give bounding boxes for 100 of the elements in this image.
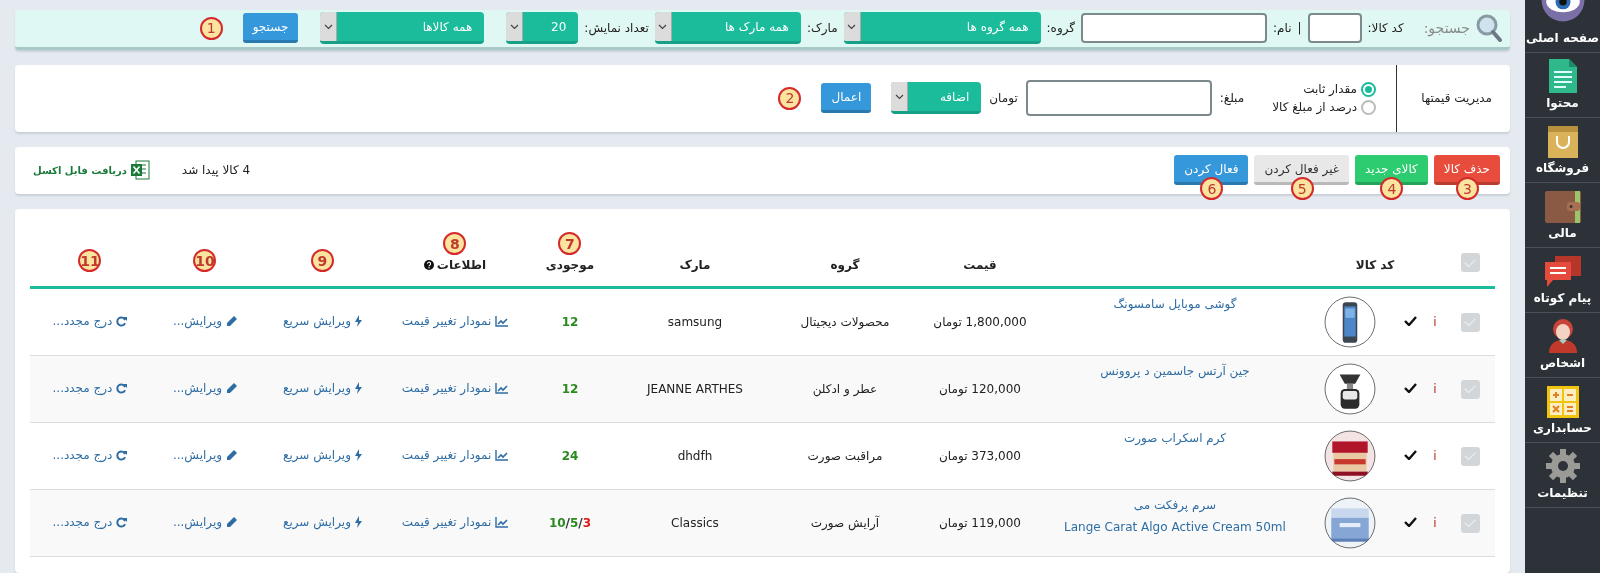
- number-marker: 1: [199, 16, 223, 40]
- price-text: 120,000 تومان: [939, 382, 1021, 396]
- unit-label: تومان: [989, 91, 1018, 106]
- info-mark[interactable]: i: [1433, 382, 1437, 396]
- radio-option[interactable]: درصد از مبلغ کالا: [1272, 99, 1376, 115]
- column-header: اطلاعات: [423, 258, 487, 272]
- bag-icon: [1547, 126, 1578, 158]
- reinsert-link[interactable]: درج مجدد...: [52, 381, 128, 396]
- input-field[interactable]: [1307, 13, 1362, 44]
- excel-link[interactable]: دریافت فایل اکسل: [25, 160, 150, 181]
- product-name[interactable]: کرم اسکراب صورت: [1123, 431, 1227, 445]
- stock-value: 12: [561, 315, 579, 329]
- stock-value: 10: [548, 516, 566, 530]
- brand-text: samsung: [667, 315, 723, 329]
- chart-link[interactable]: نمودار تغییر قیمت: [401, 314, 509, 329]
- pencil-icon: [226, 315, 238, 327]
- number-marker: 6: [1200, 177, 1224, 201]
- number-marker: 11: [78, 249, 102, 272]
- result-count: 4 کالا پیدا شد: [180, 163, 251, 178]
- brand-text: Classics: [671, 516, 719, 530]
- product-name[interactable]: سرم پرفکت می: [1133, 498, 1217, 512]
- reinsert-link[interactable]: درج مجدد...: [52, 448, 128, 463]
- edit-link[interactable]: ویرایش...: [172, 515, 238, 530]
- product-name[interactable]: گوشی موبایل سامسونگ: [1113, 297, 1237, 311]
- column-header: موجودی: [545, 258, 595, 272]
- field-label: مبلغ:: [1219, 91, 1245, 106]
- number-marker: 9: [311, 249, 334, 272]
- checkbox[interactable]: [1460, 513, 1480, 533]
- checkbox[interactable]: [1460, 446, 1480, 466]
- reinsert-link[interactable]: درج مجدد...: [52, 515, 128, 530]
- quick-edit-link[interactable]: ویرایش سریع: [283, 448, 362, 462]
- quick-edit-link[interactable]: ویرایش سریع: [283, 314, 362, 328]
- chart-link[interactable]: نمودار تغییر قیمت: [401, 381, 509, 396]
- search-button[interactable]: جستجو: [242, 13, 299, 44]
- price-text: 1,800,000 تومان: [933, 315, 1027, 329]
- stock-value: 24: [561, 449, 579, 463]
- line-chart-icon: [495, 315, 509, 327]
- checkbox[interactable]: [1460, 312, 1480, 332]
- stock-value: 3: [582, 516, 592, 530]
- checkbox[interactable]: [1460, 253, 1480, 272]
- chevron-down-icon: [509, 23, 519, 30]
- apply-button[interactable]: اعمال: [821, 83, 872, 114]
- number-marker: 4: [1380, 177, 1404, 201]
- refresh-icon: [116, 449, 128, 461]
- chart-link[interactable]: نمودار تغییر قیمت: [401, 448, 509, 463]
- quick-edit-link[interactable]: ویرایش سریع: [283, 515, 362, 529]
- checkbox[interactable]: [1460, 379, 1480, 399]
- document-icon: [1548, 59, 1577, 93]
- sidebar-item[interactable]: محتوا: [1525, 53, 1600, 118]
- bolt-icon: [354, 382, 362, 394]
- column-header: مارک: [679, 258, 711, 272]
- pencil-icon: [226, 449, 238, 461]
- pencil-icon: [226, 516, 238, 528]
- radio-option[interactable]: مقدار ثابت: [1272, 81, 1376, 97]
- sidebar-item[interactable]: فروشگاه: [1525, 118, 1600, 183]
- quick-edit-link[interactable]: ویرایش سریع: [283, 381, 362, 395]
- group-text: مراقبت صورت: [807, 449, 883, 463]
- brand-text: JEANNE ARTHES: [647, 382, 743, 396]
- edit-link[interactable]: ویرایش...: [172, 448, 238, 463]
- bolt-icon: [354, 449, 362, 461]
- group-text: آرایش صورت: [810, 516, 880, 530]
- edit-link[interactable]: ویرایش...: [172, 314, 238, 329]
- search-icon: [1476, 14, 1502, 43]
- number-marker: 8: [443, 232, 467, 255]
- gear-icon: [1545, 449, 1580, 483]
- group-text: عطر و ادکلن: [812, 382, 878, 396]
- separator: |: [1297, 21, 1302, 36]
- refresh-icon: [116, 315, 128, 327]
- pencil-icon: [226, 382, 238, 394]
- group-text: محصولات دیجیتال: [800, 315, 890, 329]
- sidebar-item[interactable]: صفحه اصلی: [1525, 0, 1600, 53]
- section-title: مدیریت قیمتها: [1396, 64, 1510, 132]
- refresh-icon: [116, 382, 128, 394]
- info-mark[interactable]: i: [1433, 449, 1437, 463]
- spreadsheet-icon: [129, 160, 150, 181]
- stock-value: /: [578, 516, 583, 530]
- number-marker: 3: [1455, 177, 1479, 201]
- field-label: کد کالا:: [1367, 21, 1404, 36]
- wallet-icon: [1544, 191, 1581, 223]
- number-marker: 10: [193, 249, 217, 272]
- sidebar-item[interactable]: حسابداری: [1525, 378, 1600, 443]
- input-field[interactable]: [1025, 80, 1212, 117]
- sidebar-item[interactable]: اشخاص: [1525, 313, 1600, 378]
- sidebar-item[interactable]: تنظیمات: [1525, 443, 1600, 508]
- reinsert-link[interactable]: درج مجدد...: [52, 314, 128, 329]
- number-marker: 5: [1290, 177, 1314, 201]
- edit-link[interactable]: ویرایش...: [172, 381, 238, 396]
- price-text: 119,000 تومان: [939, 516, 1021, 530]
- info-mark[interactable]: i: [1433, 315, 1437, 329]
- sidebar-item[interactable]: پیام کوتاه: [1525, 248, 1600, 313]
- column-header: کد کالا: [1355, 258, 1395, 272]
- product-name[interactable]: جین آرتس جاسمین د پروونس: [1100, 364, 1250, 378]
- sidebar-item[interactable]: مالی: [1525, 183, 1600, 248]
- input-field[interactable]: [1081, 13, 1268, 44]
- column-header: گروه: [830, 258, 860, 272]
- stock-value: 12: [561, 382, 579, 396]
- field-label: گروه:: [1046, 21, 1076, 36]
- product-subtitle[interactable]: Lange Carat Algo Active Cream 50ml: [1064, 520, 1286, 534]
- chart-link[interactable]: نمودار تغییر قیمت: [401, 515, 509, 530]
- info-mark[interactable]: i: [1433, 516, 1437, 530]
